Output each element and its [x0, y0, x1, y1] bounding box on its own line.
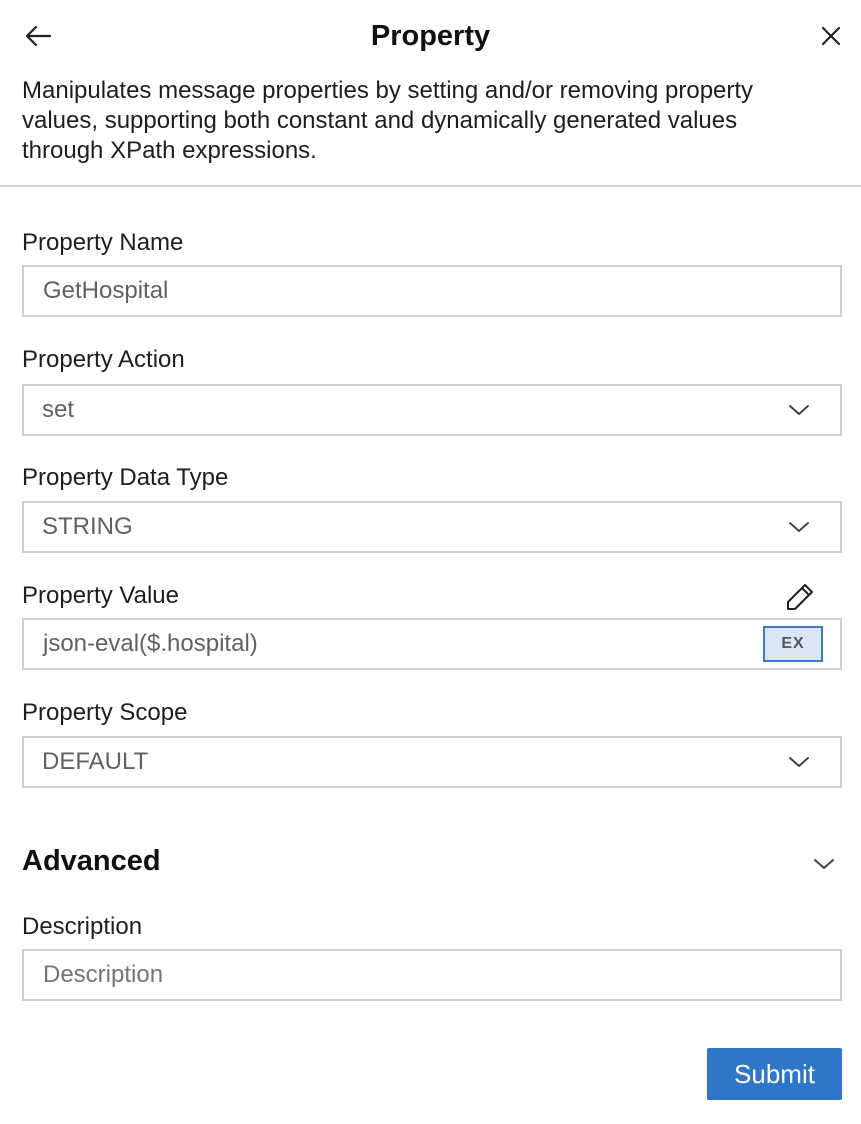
property-data-type-select[interactable]: STRING — [22, 501, 842, 553]
property-action-value: set — [42, 396, 75, 423]
property-scope-value: DEFAULT — [42, 748, 149, 775]
pencil-icon — [787, 584, 813, 610]
property-name-value: GetHospital — [43, 277, 169, 304]
page-title: Property — [370, 20, 491, 52]
description-label: Description — [22, 913, 143, 940]
property-action-label: Property Action — [22, 346, 185, 373]
property-value-value: json-eval($.hospital) — [43, 630, 258, 657]
divider — [0, 185, 861, 187]
panel-description: Manipulates message properties by settin… — [22, 77, 754, 164]
description-field[interactable] — [22, 949, 842, 1001]
property-data-type-value: STRING — [42, 513, 133, 540]
chevron-down-icon — [789, 757, 809, 767]
chevron-down-icon — [789, 405, 809, 415]
property-value-label: Property Value — [22, 582, 179, 609]
advanced-toggle-chevron-icon[interactable] — [812, 856, 836, 872]
property-scope-select[interactable]: DEFAULT — [22, 736, 842, 788]
description-input[interactable] — [24, 951, 840, 999]
panel-header: Property — [0, 0, 861, 72]
property-name-input[interactable]: GetHospital — [22, 265, 842, 317]
property-name-label: Property Name — [22, 229, 184, 256]
advanced-section-title: Advanced — [22, 845, 161, 877]
property-value-input[interactable]: json-eval($.hospital) EX — [22, 618, 842, 670]
submit-button[interactable]: Submit — [707, 1048, 842, 1100]
expression-toggle-button[interactable]: EX — [763, 626, 823, 662]
property-data-type-label: Property Data Type — [22, 464, 229, 491]
edit-expression-button[interactable] — [783, 580, 817, 614]
property-scope-label: Property Scope — [22, 699, 188, 726]
property-action-select[interactable]: set — [22, 384, 842, 436]
close-button[interactable] — [813, 18, 849, 54]
close-icon — [821, 26, 841, 46]
chevron-down-icon — [789, 522, 809, 532]
